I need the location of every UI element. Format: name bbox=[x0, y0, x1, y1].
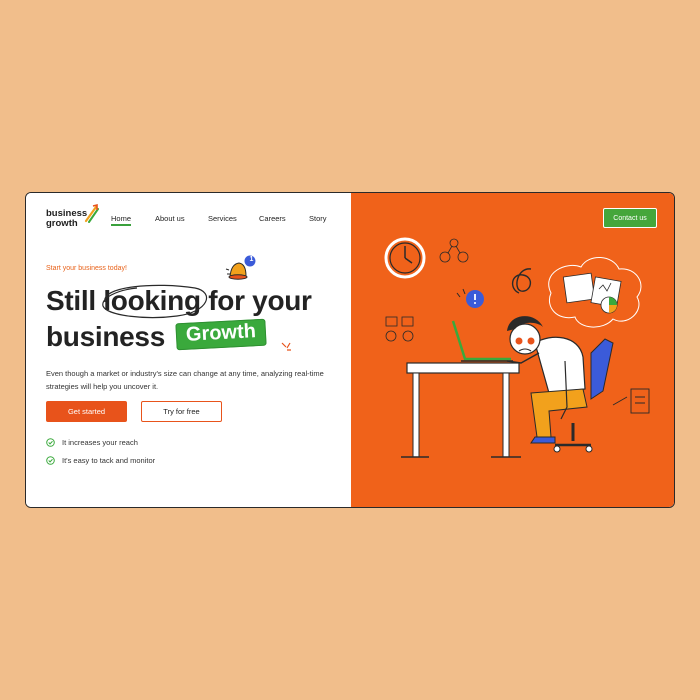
alert-icon bbox=[456, 288, 484, 308]
hero-description: Even though a market or industry's size … bbox=[46, 369, 324, 391]
nav-home[interactable]: Home bbox=[111, 214, 131, 223]
hero-left-panel: business growth Home About us Services C… bbox=[26, 193, 351, 507]
brand-line2: growth bbox=[46, 218, 78, 229]
nav-active-indicator bbox=[111, 224, 131, 226]
clock-icon bbox=[384, 237, 426, 279]
check-circle-icon bbox=[46, 438, 55, 447]
clipboard-doodle bbox=[612, 388, 650, 414]
stressed-worker-illustration bbox=[384, 237, 650, 458]
stress-swirl bbox=[512, 268, 532, 294]
brand-logo[interactable]: business growth bbox=[46, 209, 87, 229]
hero-kicker: Start your business today! bbox=[46, 265, 127, 272]
thought-cloud bbox=[548, 257, 642, 328]
nav-services[interactable]: Services bbox=[208, 214, 237, 223]
try-for-free-button[interactable]: Try for free bbox=[141, 401, 222, 422]
laptop bbox=[451, 320, 513, 362]
emotion-faces-doodle-left bbox=[385, 316, 414, 342]
landing-page-frame: business growth Home About us Services C… bbox=[25, 192, 675, 508]
nav-careers[interactable]: Careers bbox=[259, 214, 286, 223]
headline-part1: Still bbox=[46, 285, 96, 316]
growth-arrow-icon bbox=[84, 203, 99, 223]
get-started-button[interactable]: Get started bbox=[46, 401, 127, 422]
nav-about-us[interactable]: About us bbox=[155, 214, 185, 223]
feature-text: It increases your reach bbox=[62, 438, 138, 447]
stressed-person bbox=[506, 316, 588, 444]
hero-illustration-panel: Contact us bbox=[351, 193, 674, 507]
emotion-faces-doodle bbox=[439, 238, 469, 263]
check-circle-icon bbox=[46, 456, 55, 465]
nav-story[interactable]: Story bbox=[309, 214, 327, 223]
desk bbox=[401, 362, 521, 458]
notification-count: 1 bbox=[249, 256, 254, 263]
feature-item-monitor: It's easy to tack and monitor bbox=[46, 456, 155, 465]
growth-tag: Growth bbox=[175, 318, 267, 351]
hand-drawn-circle bbox=[102, 284, 208, 319]
headline-part2: for your bbox=[208, 285, 312, 316]
spark-doodle-icon bbox=[281, 342, 291, 351]
feature-item-reach: It increases your reach bbox=[46, 438, 138, 447]
feature-text: It's easy to tack and monitor bbox=[62, 456, 156, 465]
